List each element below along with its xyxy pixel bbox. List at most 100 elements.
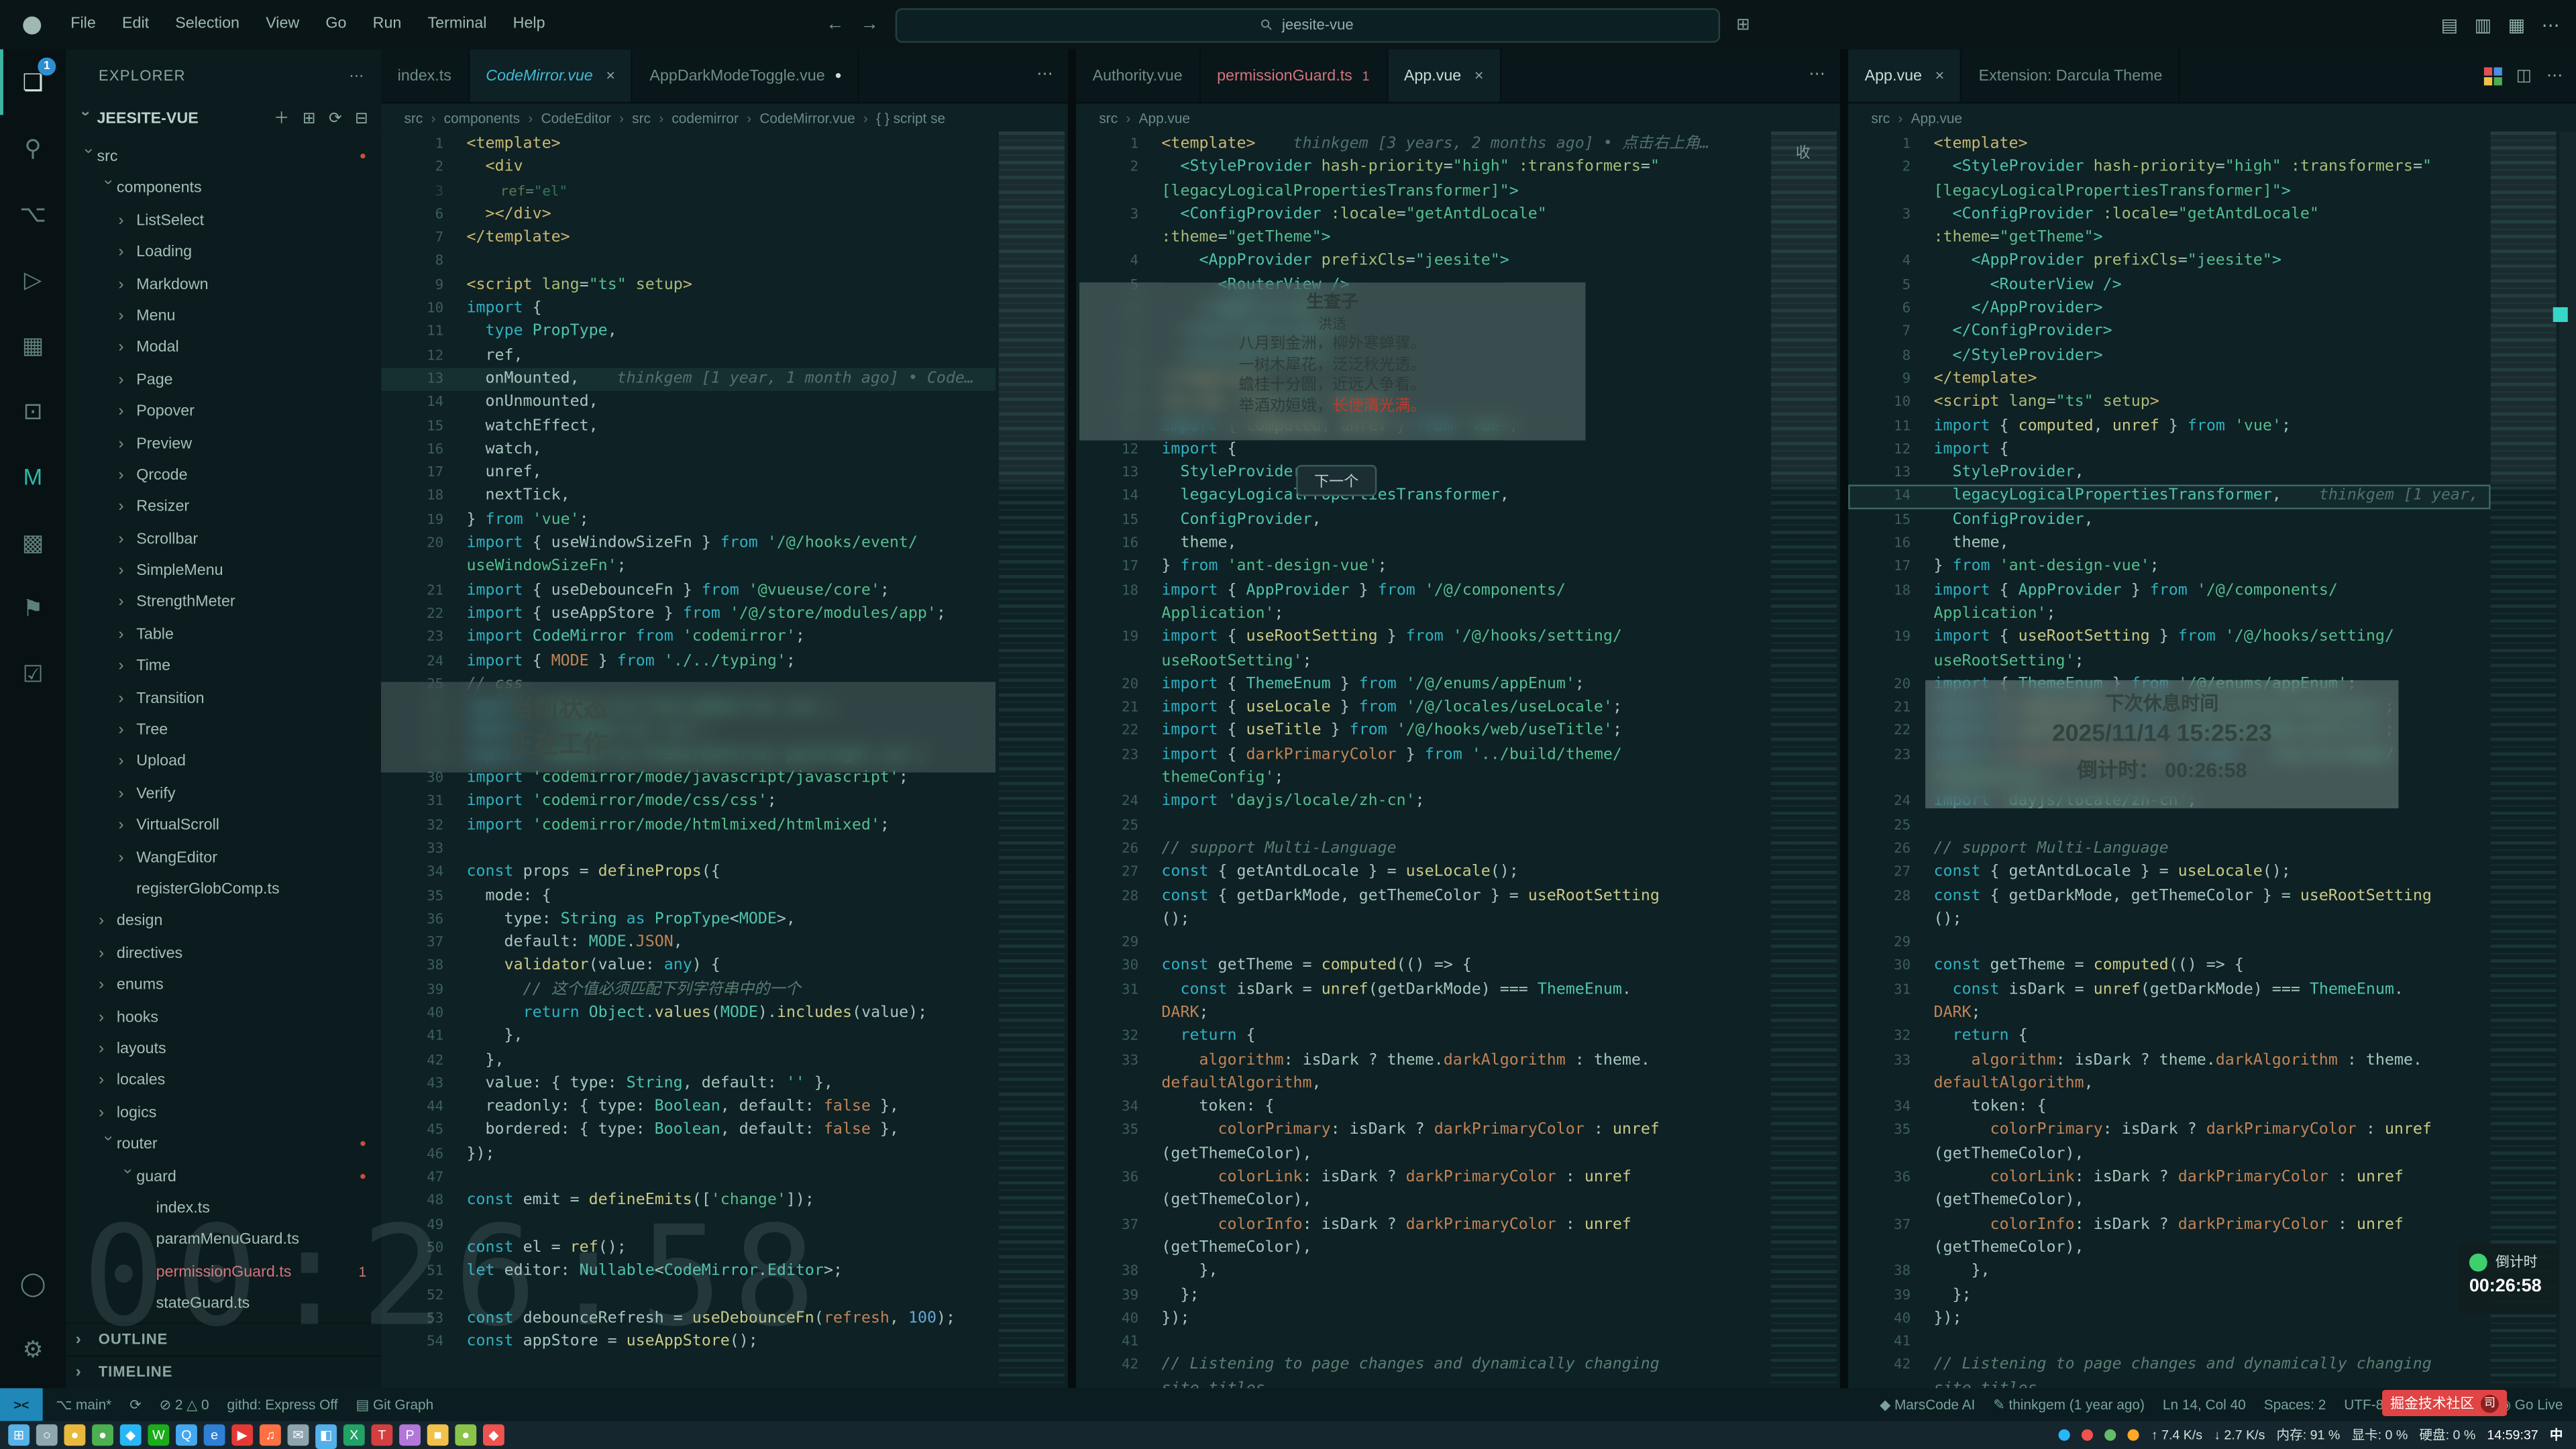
taskbar-app-7[interactable]: e <box>204 1424 225 1446</box>
countdown-widget[interactable]: 倒计时 00:26:58 <box>2458 1244 2558 1314</box>
menu-go[interactable]: Go <box>313 0 360 49</box>
folder-Popover[interactable]: ›Popover <box>66 396 381 428</box>
taskbar-app-12[interactable]: X <box>343 1424 365 1446</box>
tab-overflow-button[interactable]: ⋯ <box>1022 49 1068 101</box>
run-debug-icon[interactable]: ▷ <box>0 246 66 312</box>
tab-permissionGuard.ts[interactable]: permissionGuard.ts1 <box>1201 49 1388 101</box>
taskbar-app-9[interactable]: ♫ <box>260 1424 281 1446</box>
status-problems[interactable]: ⊘ 2 △ 0 <box>160 1395 209 1413</box>
editor-group-2[interactable]: Authority.vuepermissionGuard.ts1App.vue×… <box>1076 49 1840 1388</box>
folder-WangEditor[interactable]: ›WangEditor <box>66 842 381 873</box>
ime-indicator[interactable]: 中 <box>2550 1426 2563 1444</box>
status-githd[interactable]: githd: Express Off <box>227 1395 337 1413</box>
remote-indicator[interactable]: >< <box>0 1388 43 1421</box>
menu-run[interactable]: Run <box>360 0 415 49</box>
minimap[interactable] <box>999 131 1065 1388</box>
breadcrumb-item[interactable]: src <box>1099 110 1118 126</box>
minimap[interactable] <box>1771 131 1837 1388</box>
explorer-icon[interactable]: ❏1 <box>0 49 66 115</box>
folder-ListSelect[interactable]: ›ListSelect <box>66 205 381 237</box>
status-go-live[interactable]: ◉ Go Live <box>2499 1395 2563 1413</box>
editor-action-icon-0[interactable]: ◫ <box>2516 66 2532 85</box>
apple-menu-icon[interactable] <box>23 15 41 34</box>
folder-Markdown[interactable]: ›Markdown <box>66 269 381 301</box>
status-gitlens-blame[interactable]: ✎ thinkgem (1 year ago) <box>1993 1395 2145 1413</box>
folder-Transition[interactable]: ›Transition <box>66 683 381 714</box>
nav-back-icon[interactable]: ← <box>826 15 844 34</box>
close-icon[interactable]: × <box>1935 66 1945 85</box>
layout-icon-3[interactable]: ⋯ <box>2542 14 2560 36</box>
taskbar-app-17[interactable]: ◆ <box>483 1424 504 1446</box>
editor-action-icon-1[interactable]: ⋯ <box>2546 66 2563 85</box>
breadcrumb-item[interactable]: src <box>404 110 423 126</box>
tab-App.vue[interactable]: App.vue× <box>1848 49 1962 101</box>
folder-router[interactable]: ›router● <box>66 1129 381 1161</box>
breadcrumb-item[interactable]: src <box>632 110 651 126</box>
breadcrumb-item[interactable]: App.vue <box>1911 110 1962 126</box>
marscode-ai-icon[interactable]: M <box>0 443 66 509</box>
taskbar-app-15[interactable]: ■ <box>427 1424 449 1446</box>
command-center-search[interactable]: ⚲ jeesite-vue <box>895 7 1719 42</box>
folder-layouts[interactable]: ›layouts <box>66 1033 381 1065</box>
qrcode-tool-icon[interactable]: ▩ <box>0 509 66 575</box>
tray-icon[interactable] <box>2129 1430 2140 1441</box>
file-permissionGuard.ts[interactable]: permissionGuard.ts1 <box>66 1256 381 1288</box>
tab-App.vue[interactable]: App.vue× <box>1387 49 1501 101</box>
breadcrumb-item[interactable]: { } script se <box>876 110 945 126</box>
folder-Qrcode[interactable]: ›Qrcode <box>66 460 381 491</box>
taskbar-app-0[interactable]: ⊞ <box>8 1424 30 1446</box>
folder-Loading[interactable]: ›Loading <box>66 237 381 268</box>
taskbar-app-8[interactable]: ▶ <box>231 1424 253 1446</box>
folder-Modal[interactable]: ›Modal <box>66 333 381 364</box>
menu-help[interactable]: Help <box>500 0 558 49</box>
breadcrumb-item[interactable]: CodeEditor <box>541 110 611 126</box>
file-registerGlobComp.ts[interactable]: registerGlobComp.ts <box>66 874 381 906</box>
file-stateGuard.ts[interactable]: stateGuard.ts <box>66 1288 381 1320</box>
folder-VirtualScroll[interactable]: ›VirtualScroll <box>66 810 381 842</box>
tab-AppDarkModeToggle.vue[interactable]: AppDarkModeToggle.vue● <box>633 49 860 101</box>
source-control-icon[interactable]: ⌥ <box>0 180 66 246</box>
extensions-icon[interactable]: ▦ <box>0 312 66 378</box>
menu-view[interactable]: View <box>253 0 313 49</box>
close-icon[interactable]: × <box>1474 66 1484 85</box>
file-paramMenuGuard.ts[interactable]: paramMenuGuard.ts <box>66 1224 381 1256</box>
next-poem-button[interactable]: 下一个 <box>1296 465 1377 496</box>
taskbar-app-1[interactable]: ○ <box>36 1424 58 1446</box>
folder-Tree[interactable]: ›Tree <box>66 714 381 746</box>
new-file-icon[interactable]: ＋ <box>274 102 289 138</box>
folder-SimpleMenu[interactable]: ›SimpleMenu <box>66 555 381 587</box>
status-marscode[interactable]: ◆ MarsCode AI <box>1880 1395 1975 1413</box>
taskbar-app-6[interactable]: Q <box>176 1424 197 1446</box>
command-center-extra-icon[interactable]: ⊞ <box>1736 15 1750 34</box>
folder-enums[interactable]: ›enums <box>66 969 381 1001</box>
folder-Page[interactable]: ›Page <box>66 364 381 396</box>
tray-icon[interactable] <box>2059 1430 2071 1441</box>
taskbar-app-11[interactable]: ◧ <box>315 1424 337 1446</box>
folder-Table[interactable]: ›Table <box>66 619 381 651</box>
taskbar-app-10[interactable]: ✉ <box>288 1424 309 1446</box>
folder-Menu[interactable]: ›Menu <box>66 301 381 332</box>
layout-icon-0[interactable]: ▤ <box>2441 14 2458 36</box>
folder-hooks[interactable]: ›hooks <box>66 1002 381 1033</box>
file-index.ts[interactable]: index.ts <box>66 1193 381 1224</box>
folder-components[interactable]: ›components <box>66 173 381 205</box>
remote-explorer-icon[interactable]: ⊡ <box>0 378 66 443</box>
taskbar-app-13[interactable]: T <box>371 1424 392 1446</box>
account-icon[interactable]: ◯ <box>0 1250 66 1316</box>
breadcrumb-item[interactable]: components <box>444 110 520 126</box>
taskbar-app-4[interactable]: ◆ <box>120 1424 142 1446</box>
taskbar-app-3[interactable]: ● <box>92 1424 113 1446</box>
folder-Resizer[interactable]: ›Resizer <box>66 492 381 523</box>
folder-Verify[interactable]: ›Verify <box>66 778 381 810</box>
project-root[interactable]: › JEESITE-VUE ＋⊞⟳⊟ <box>66 102 381 138</box>
taskbar-app-16[interactable]: ● <box>455 1424 476 1446</box>
tab-Authority.vue[interactable]: Authority.vue <box>1076 49 1201 101</box>
close-icon[interactable]: × <box>606 66 615 85</box>
status-git-branch[interactable]: ⌥ main* <box>56 1395 111 1413</box>
tray-icon[interactable] <box>2105 1430 2116 1441</box>
section-outline[interactable]: › OUTLINE <box>66 1322 381 1355</box>
tab-index.ts[interactable]: index.ts <box>381 49 470 101</box>
status-sync[interactable]: ⟳ <box>129 1395 141 1413</box>
breadcrumb-item[interactable]: App.vue <box>1139 110 1190 126</box>
folder-StrengthMeter[interactable]: ›StrengthMeter <box>66 587 381 619</box>
